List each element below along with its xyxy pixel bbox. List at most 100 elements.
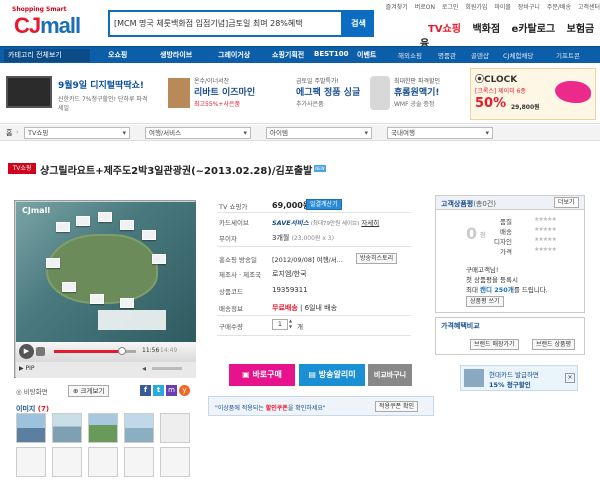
price-compare-title: 가격혜택비교 (441, 322, 480, 330)
nav-giftcon[interactable]: 기프트콘 (556, 50, 580, 60)
banner-eggpack[interactable]: 금토일 주말특가! 에그팩 정품 싱글 추가사은품 (282, 68, 372, 120)
me2day-icon[interactable]: m (166, 385, 177, 396)
volume-icon[interactable]: ◂ (142, 364, 146, 373)
photo-thumb (98, 212, 112, 222)
image-thumb-7[interactable] (52, 447, 82, 477)
menu-department[interactable]: 백화점 (472, 24, 500, 35)
facebook-icon[interactable]: f (140, 385, 151, 396)
review-more-button[interactable]: 더보기 (554, 197, 579, 208)
nav-oshopping[interactable]: 오쇼핑 (108, 50, 127, 60)
nav-best100[interactable]: BEST100 (314, 50, 349, 58)
play-button[interactable]: ▶ (19, 344, 34, 359)
divider (217, 315, 411, 316)
util-cs[interactable]: 고객센터 (578, 4, 600, 11)
nav-experience[interactable]: CJ체험채당 (503, 50, 533, 60)
banner-crocs[interactable]: ⦿CLOCK [크록스] 제이미 6종 50% 29,800원 (470, 68, 596, 120)
card-save-value: SAVE서비스 (최대79만원 세이브) 자세히 (272, 217, 379, 227)
review-title: 고객상품평(총0건) (441, 199, 496, 209)
coupon-bar: "이상품에 적용되는 할인쿠폰을 확인하세요" 적용쿠폰 확인 (208, 396, 434, 416)
banner-crocs-price: 29,800원 (511, 104, 540, 111)
buy-label: 바로구매 (252, 370, 282, 379)
progress-track[interactable] (54, 347, 136, 355)
image-thumb-2[interactable] (52, 413, 82, 443)
util-baro[interactable]: 버로ON (415, 4, 435, 11)
brand-store-button[interactable]: 브랜드 매장가기 (470, 339, 519, 350)
banner-hurom[interactable]: 최대한판 파격할인 휴롬원액기! WMF 공술 증정 (370, 68, 470, 120)
nav-event[interactable]: 이벤트 (357, 50, 376, 60)
noint-label: 무이자 (219, 235, 237, 243)
card-promo-rate: 15% (489, 381, 505, 389)
card-save-detail[interactable]: 자세히 (361, 219, 379, 227)
close-icon[interactable]: × (565, 373, 575, 383)
nav-golden[interactable]: 골덴샵 (471, 50, 489, 60)
star-icon: ★★★★★ (534, 226, 557, 233)
util-cart[interactable]: 장바구니 (518, 4, 540, 11)
nav-luxury[interactable]: 명품관 (438, 50, 456, 60)
util-login[interactable]: 로그인 (442, 4, 459, 11)
broadcast-alarm-button[interactable]: ▤ 방송알리미 (299, 364, 365, 386)
util-order[interactable]: 주문/배송 (547, 4, 571, 11)
image-thumb-1[interactable] (16, 413, 46, 443)
zoom-button[interactable]: ⊕ 크게보기 (68, 385, 110, 397)
video-caption-box (98, 310, 166, 330)
twitter-icon[interactable]: t (153, 385, 164, 396)
search-box[interactable]: [MCM 명국 체룻백화점 입점기념]금토일 최며 28%혜택 (108, 10, 343, 37)
video-screen[interactable]: CJmall (16, 202, 196, 342)
nav-plan[interactable]: 쇼핑기획전 (272, 50, 304, 60)
video-player[interactable]: CJmall ▶ 11:56 / 14:49 ▶ PIP ◂ (14, 200, 196, 378)
breadcrumb-select-travel[interactable]: 여행/서비스 (145, 127, 251, 139)
ship-value: 무료배송 | 6일내 배송 (272, 304, 338, 312)
cart-icon: ▣ (242, 370, 253, 379)
stop-button[interactable] (36, 347, 45, 356)
quantity-stepper[interactable]: ▲ ▼ (289, 318, 292, 330)
card-promo-line2: 15% 청구할인 (489, 379, 531, 389)
bookmark-link[interactable]: ◎ 비탕화면 (16, 386, 48, 396)
progress-handle[interactable] (118, 347, 126, 355)
divider (217, 212, 411, 213)
breadcrumb-select-tvshopping[interactable]: TV쇼핑 (24, 127, 130, 139)
category-all-button[interactable]: 카테고리 전체보기 (4, 49, 90, 62)
breadcrumb-select-domestic[interactable]: 국내여행 (387, 127, 493, 139)
image-thumb-6[interactable] (16, 447, 46, 477)
nav-live[interactable]: 생방라이브 (160, 50, 192, 60)
volume-slider[interactable] (152, 367, 182, 370)
breadcrumb-home[interactable]: 홈 (6, 128, 12, 138)
banner-livart[interactable]: 온수/이너서잔 리바트 이즈마인 최고55%+사은품 (168, 68, 278, 120)
pip-button[interactable]: ▶ PIP (19, 365, 35, 372)
search-button[interactable]: 검색 (343, 10, 374, 37)
product-title-row: TV쇼핑 샹그릴라요트+제주도2박3일관광권(~2013.02.28)/김포출발… (8, 162, 588, 177)
nav-grey[interactable]: 그레이거상 (218, 50, 250, 60)
yozm-icon[interactable]: y (179, 385, 190, 396)
installment-calc-button[interactable]: 일결계산기 (306, 199, 342, 210)
banner-livart-sub: 최고55%+사은품 (194, 101, 240, 108)
breadcrumb: 홈 › TV쇼핑 여행/서비스 아이템 국내여행 (0, 125, 600, 141)
menu-tvshopping[interactable]: TV쇼핑 (428, 24, 461, 35)
brand-review-button[interactable]: 브랜드 상품평 (532, 339, 576, 350)
broadcast-history-button[interactable]: 방송히스토리 (356, 253, 398, 264)
banner-eggpack-sub: 추가사은품 (296, 101, 324, 108)
cjmall-logo[interactable]: CJmall (14, 13, 81, 39)
coupon-highlight: 할인쿠폰 (265, 405, 288, 412)
buy-now-button[interactable]: ▣ 바로구매 (229, 364, 295, 386)
price-label: TV 쇼핑가 (219, 203, 248, 211)
banner-livart-t1: 온수/이너서잔 (194, 78, 230, 85)
util-mymall[interactable]: 마이몰 (494, 4, 511, 11)
review-count: (총0건) (473, 200, 496, 208)
coupon-text-post: 을 확인하세요" (287, 405, 326, 412)
compare-cart-button[interactable]: 비교바구니 (368, 364, 412, 386)
player-controls: ▶ 11:56 / 14:49 (16, 342, 196, 362)
card-promo-banner[interactable]: 현대카드 발급하면 15% 청구할인 × (460, 365, 578, 391)
image-thumb-4[interactable] (124, 413, 154, 443)
coupon-check-button[interactable]: 적용쿠폰 확인 (375, 401, 419, 412)
banner-digital[interactable]: 9월9일 디지털딱딱쇼! 신한카드 7%청구할인! 단하루 파격세일 (6, 68, 156, 120)
search-input[interactable]: [MCM 명국 체룻백화점 입점기념]금토일 최며 28%혜택 (114, 18, 334, 29)
breadcrumb-select-item[interactable]: 아이템 (266, 127, 372, 139)
image-thumb-5[interactable] (160, 413, 190, 443)
util-join[interactable]: 회원가입 (465, 4, 487, 11)
quantity-input[interactable]: 1 (272, 319, 288, 330)
image-thumb-3[interactable] (88, 413, 118, 443)
menu-ecatalog[interactable]: e카탈로그 (512, 24, 556, 35)
util-favorite[interactable]: 즐겨찾기 (386, 4, 408, 11)
nav-overseas[interactable]: 해외쇼핑 (398, 50, 422, 60)
write-review-button[interactable]: 상품평 쓰기 (466, 296, 504, 307)
